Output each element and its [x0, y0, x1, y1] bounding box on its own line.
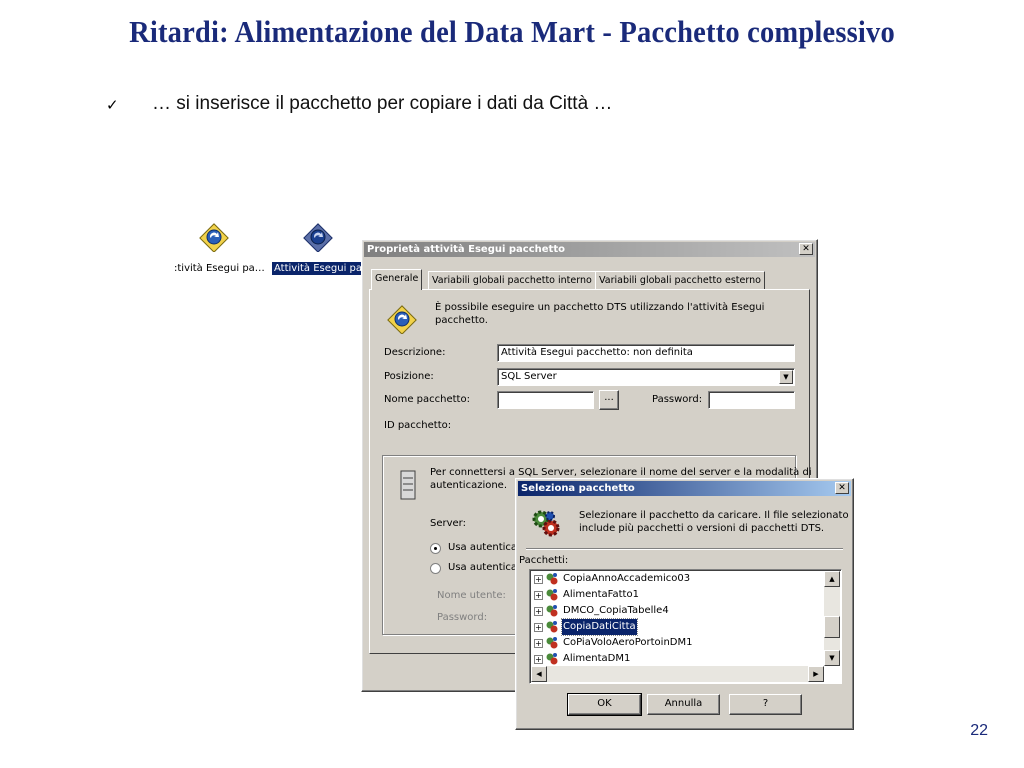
task-icon-label[interactable]: :tività Esegui pa…	[172, 262, 267, 275]
ok-button[interactable]: OK	[567, 693, 642, 716]
cancel-button[interactable]: Annulla	[647, 694, 720, 715]
execute-package-icon	[387, 305, 417, 334]
select-info-line1: Selezionare il pacchetto da caricare. Il…	[579, 510, 849, 521]
execute-package-task-icon-selected[interactable]	[302, 220, 334, 252]
scroll-right-icon[interactable]: ▶	[808, 666, 824, 682]
expand-icon[interactable]: +	[534, 607, 543, 616]
position-combo[interactable]: SQL Server ▼	[497, 368, 795, 386]
select-info-line2: include più pacchetti o versioni di pacc…	[579, 523, 825, 534]
expand-icon[interactable]: +	[534, 639, 543, 648]
connect-text-line2: autenticazione.	[430, 480, 508, 491]
task-icon-label-selected[interactable]: Attività Esegui pa…	[272, 262, 375, 275]
tab-variabili-esterno[interactable]: Variabili globali pacchetto esterno	[595, 271, 765, 290]
scroll-down-icon[interactable]: ▼	[824, 650, 840, 666]
chevron-down-icon[interactable]: ▼	[779, 370, 793, 384]
scroll-up-icon[interactable]: ▲	[824, 571, 840, 587]
scroll-thumb[interactable]	[824, 616, 840, 638]
server-label: Server:	[430, 518, 466, 529]
select-package-title: Seleziona pacchetto	[521, 483, 635, 494]
package-gears-icon	[546, 605, 558, 617]
position-label: Posizione:	[384, 371, 434, 382]
password2-label: Password:	[437, 612, 488, 623]
package-name[interactable]: AlimentaDM1	[562, 651, 631, 667]
package-name[interactable]: AlimentaFatto1	[562, 587, 640, 603]
intro-text-line2: pacchetto.	[435, 315, 488, 326]
properties-dialog-titlebar[interactable]: Proprietà attività Esegui pacchetto ✕	[364, 242, 815, 257]
description-field[interactable]: Attività Esegui pacchetto: non definita	[497, 344, 795, 362]
select-package-titlebar[interactable]: Seleziona pacchetto ✕	[518, 481, 851, 496]
vertical-scrollbar[interactable]: ▲ ▼	[824, 571, 840, 666]
separator	[526, 548, 843, 550]
package-name[interactable]: DMCO_CopiaTabelle4	[562, 603, 670, 619]
connect-text-line1: Per connettersi a SQL Server, selezionar…	[430, 467, 812, 478]
package-gears-icon	[546, 573, 558, 585]
packages-tree[interactable]: + CopiaAnnoAccademico03 + AlimentaFatto1…	[529, 569, 842, 684]
server-icon	[400, 470, 416, 500]
package-gears-icon	[546, 637, 558, 649]
close-icon[interactable]: ✕	[799, 243, 813, 255]
package-name-selected[interactable]: CopiaDatiCitta	[561, 618, 638, 636]
package-name[interactable]: CopiaAnnoAccademico03	[562, 571, 691, 587]
select-package-dialog: Seleziona pacchetto ✕ Selezionare il pac…	[515, 478, 854, 730]
package-name[interactable]: CoPiaVoloAeroPortoinDM1	[562, 635, 693, 651]
checkmark-bullet-icon: ✓	[106, 97, 119, 114]
close-icon[interactable]: ✕	[835, 482, 849, 494]
package-gears-icon	[546, 653, 558, 665]
username-label: Nome utente:	[437, 590, 506, 601]
password-label: Password:	[652, 394, 703, 405]
password-field[interactable]	[708, 391, 795, 409]
expand-icon[interactable]: +	[534, 591, 543, 600]
tab-variabili-interno[interactable]: Variabili globali pacchetto interno	[428, 271, 596, 290]
scroll-left-icon[interactable]: ◀	[531, 666, 547, 682]
expand-icon[interactable]: +	[534, 575, 543, 584]
radio-sql-auth[interactable]	[430, 563, 441, 574]
package-gears-icon	[546, 589, 558, 601]
properties-dialog-title: Proprietà attività Esegui pacchetto	[367, 244, 565, 255]
packages-label: Pacchetti:	[519, 555, 569, 566]
horizontal-scrollbar[interactable]: ◀ ▶	[531, 666, 824, 682]
expand-icon[interactable]: +	[534, 623, 543, 632]
execute-package-task-icon[interactable]	[198, 220, 230, 252]
radio-sql-auth-label[interactable]: Usa autentica	[448, 562, 517, 573]
description-label: Descrizione:	[384, 347, 446, 358]
package-gears-icon	[546, 621, 558, 633]
bullet-text: … si inserisce il pacchetto per copiare …	[152, 93, 613, 114]
package-id-label: ID pacchetto:	[384, 420, 452, 431]
position-combo-value: SQL Server	[501, 371, 557, 382]
help-button[interactable]: ?	[729, 694, 802, 715]
package-name-label: Nome pacchetto:	[384, 394, 470, 405]
radio-windows-auth-label[interactable]: Usa autentica	[448, 542, 517, 553]
intro-text-line1: È possibile eseguire un pacchetto DTS ut…	[435, 302, 765, 313]
radio-windows-auth[interactable]	[430, 543, 441, 554]
slide-title: Ritardi: Alimentazione del Data Mart - P…	[129, 14, 895, 49]
gears-package-icon	[532, 510, 560, 537]
page-number: 22	[970, 722, 988, 739]
browse-package-button[interactable]: ...	[599, 390, 619, 410]
package-name-field[interactable]	[497, 391, 594, 409]
tab-generale[interactable]: Generale	[371, 269, 423, 290]
expand-icon[interactable]: +	[534, 655, 543, 664]
